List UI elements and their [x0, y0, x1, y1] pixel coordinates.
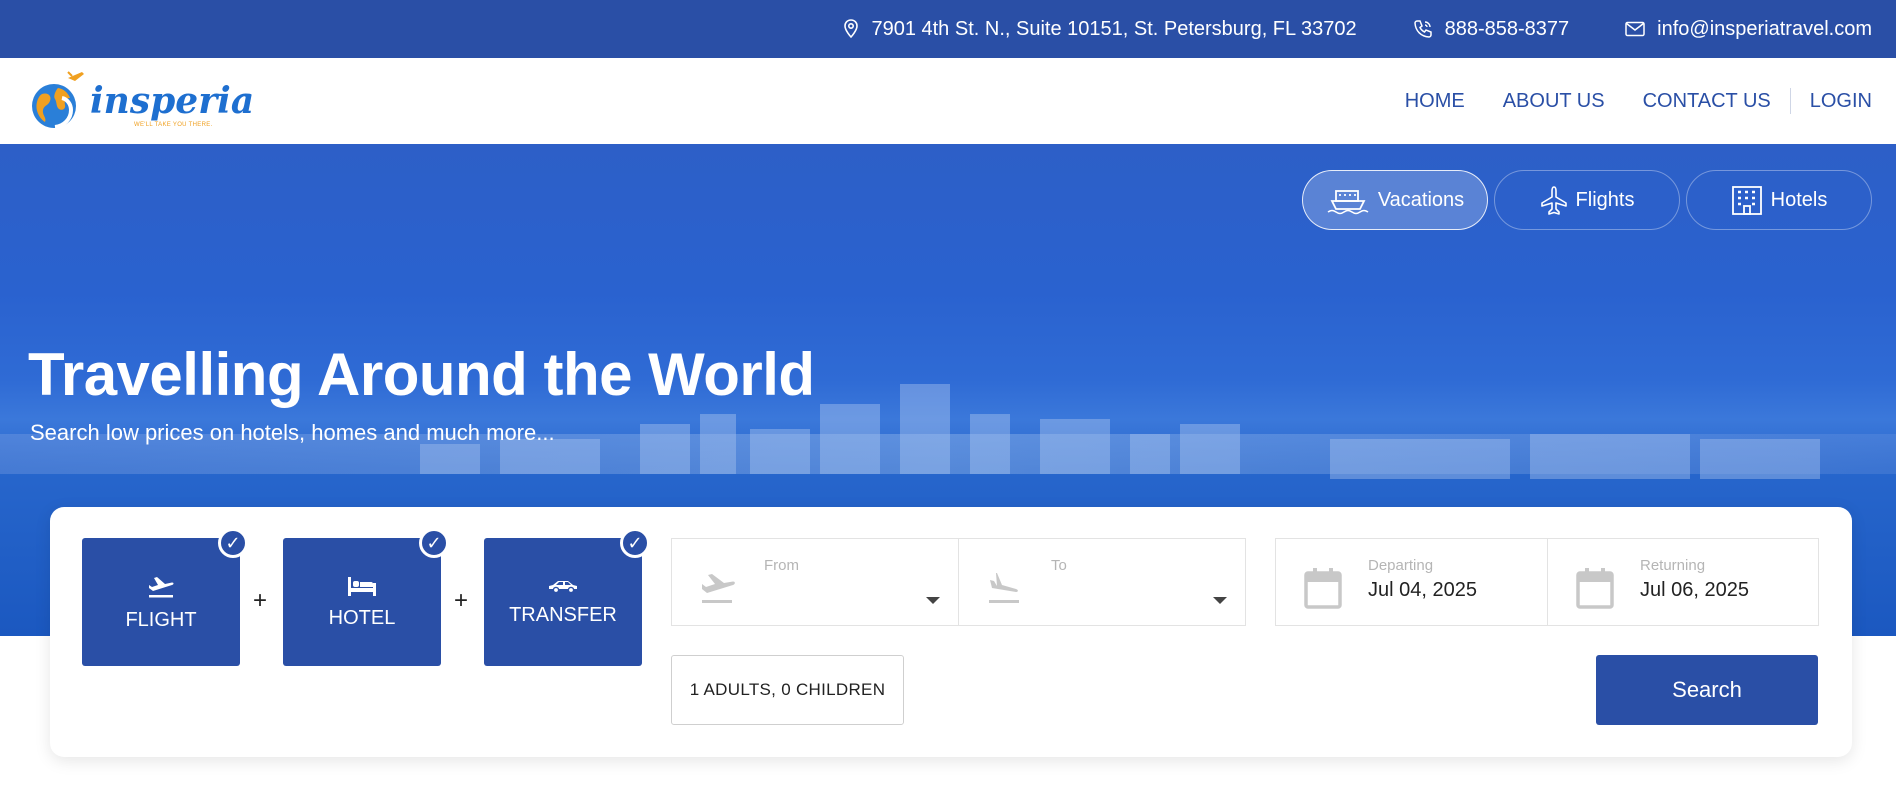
package-transfer-checkmark[interactable]: ✓	[620, 528, 650, 558]
phone-info[interactable]: 888-858-8377	[1413, 18, 1570, 41]
nav-home[interactable]: HOME	[1405, 90, 1465, 113]
package-flight-label: FLIGHT	[125, 608, 197, 631]
from-select[interactable]: From	[671, 538, 959, 626]
package-transfer-button[interactable]: TRANSFER ✓	[484, 528, 650, 666]
plane-departure-icon	[149, 576, 174, 597]
main-navbar: insperia WE'LL TAKE YOU THERE. HOME ABOU…	[0, 58, 1896, 144]
top-info-bar: 7901 4th St. N., Suite 10151, St. Peters…	[0, 0, 1896, 58]
hero-title: Travelling Around the World	[28, 341, 815, 408]
returning-date-field[interactable]: Returning Jul 06, 2025	[1547, 538, 1819, 626]
nav-contact-us[interactable]: CONTACT US	[1643, 90, 1771, 113]
phone-icon	[1413, 20, 1432, 38]
brand-tagline: WE'LL TAKE YOU THERE.	[134, 122, 213, 128]
tab-flights-label: Flights	[1575, 188, 1635, 211]
package-hotel-label: HOTEL	[328, 606, 396, 629]
nav-about-us[interactable]: ABOUT US	[1503, 90, 1605, 113]
plane-departure-icon	[702, 574, 735, 603]
hotel-building-icon	[1731, 186, 1762, 215]
address-text: 7901 4th St. N., Suite 10151, St. Peters…	[871, 17, 1357, 40]
location-pin-icon	[844, 19, 859, 39]
package-plus-1: +	[253, 587, 268, 614]
email-text[interactable]: info@insperiatravel.com	[1657, 18, 1872, 41]
tab-hotels-label: Hotels	[1770, 188, 1828, 211]
phone-text[interactable]: 888-858-8377	[1445, 18, 1570, 41]
envelope-icon	[1625, 21, 1645, 37]
search-panel: FLIGHT ✓ + HOTEL ✓ + TRANSFER ✓ From To …	[50, 507, 1852, 757]
from-label: From	[764, 557, 799, 574]
plane-arrival-icon	[989, 573, 1019, 603]
hero-subtitle: Search low prices on hotels, homes and m…	[30, 420, 555, 445]
ship-icon	[1327, 190, 1369, 215]
tab-hotels[interactable]: Hotels	[1686, 170, 1872, 230]
nav-login[interactable]: LOGIN	[1810, 90, 1872, 113]
departing-label: Departing	[1368, 557, 1434, 574]
to-select[interactable]: To	[958, 538, 1246, 626]
from-chevron-down-icon	[926, 597, 940, 604]
brand-name: insperia	[90, 80, 255, 122]
tab-vacations[interactable]: Vacations	[1302, 170, 1488, 230]
search-type-tabs: Vacations Flights Hotels	[1296, 170, 1872, 230]
bed-icon	[348, 576, 376, 596]
package-transfer-label: TRANSFER	[509, 603, 617, 626]
main-nav: HOME ABOUT US CONTACT US LOGIN	[1367, 88, 1872, 114]
package-flight-checkmark[interactable]: ✓	[218, 528, 248, 558]
email-info[interactable]: info@insperiatravel.com	[1625, 18, 1872, 41]
calendar-icon	[1576, 568, 1614, 609]
package-plus-2: +	[454, 587, 469, 614]
returning-value: Jul 06, 2025	[1640, 579, 1749, 601]
tab-vacations-label: Vacations	[1377, 188, 1465, 211]
passengers-selector[interactable]: 1 ADULTS, 0 CHILDREN	[671, 655, 904, 725]
package-hotel-button[interactable]: HOTEL ✓	[283, 528, 449, 666]
car-icon	[549, 580, 577, 593]
package-hotel-checkmark[interactable]: ✓	[419, 528, 449, 558]
to-chevron-down-icon	[1213, 597, 1227, 604]
departing-date-field[interactable]: Departing Jul 04, 2025	[1275, 538, 1548, 626]
nav-divider	[1789, 88, 1791, 114]
logo[interactable]: insperia WE'LL TAKE YOU THERE.	[28, 66, 254, 136]
departing-value: Jul 04, 2025	[1368, 579, 1477, 601]
globe-logo-icon	[32, 71, 84, 129]
to-label: To	[1051, 557, 1067, 574]
tab-flights[interactable]: Flights	[1494, 170, 1680, 230]
calendar-icon	[1304, 568, 1342, 609]
airplane-icon	[1540, 186, 1567, 215]
address-info: 7901 4th St. N., Suite 10151, St. Peters…	[843, 17, 1357, 41]
returning-label: Returning	[1640, 557, 1706, 574]
search-button[interactable]: Search	[1596, 655, 1818, 725]
package-flight-button[interactable]: FLIGHT ✓	[82, 528, 248, 666]
